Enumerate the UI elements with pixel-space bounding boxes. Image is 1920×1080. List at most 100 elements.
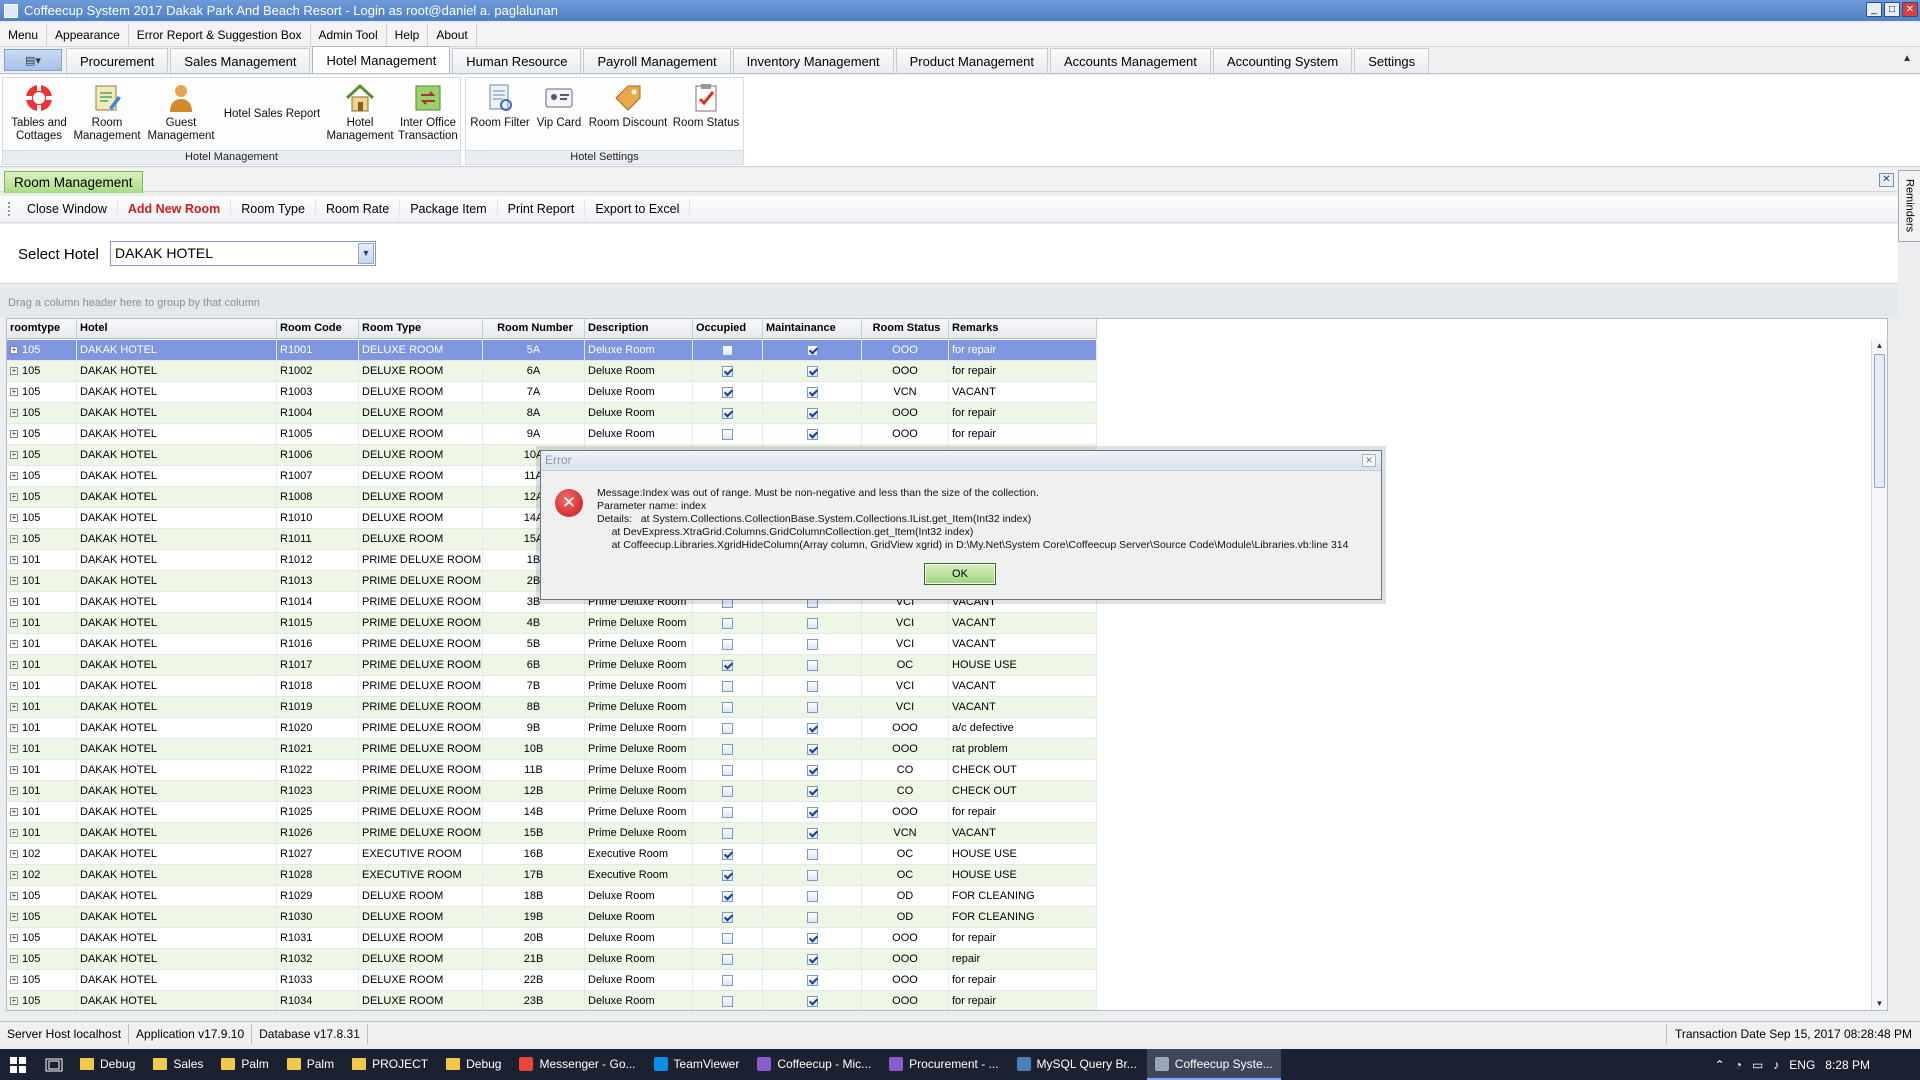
- room-status-button[interactable]: Room Status: [671, 82, 741, 130]
- hotel-combo[interactable]: DAKAK HOTEL ▼: [110, 241, 376, 266]
- expand-row-icon[interactable]: +: [10, 535, 18, 544]
- table-row[interactable]: +101 DAKAK HOTEL R1022 PRIME DELUXE ROOM 11B…: [7, 760, 1097, 781]
- checkbox[interactable]: [722, 344, 733, 356]
- column-header[interactable]: Description: [585, 319, 693, 339]
- package-item-button[interactable]: Package Item: [400, 199, 498, 219]
- language-indicator[interactable]: ENG: [1789, 1058, 1815, 1072]
- checkbox[interactable]: [806, 848, 818, 860]
- scroll-thumb[interactable]: [1874, 354, 1885, 488]
- chevron-up-icon[interactable]: ⌃: [1715, 1058, 1725, 1072]
- room-rate-button[interactable]: Room Rate: [316, 199, 401, 219]
- group-panel[interactable]: Drag a column header here to group by th…: [0, 287, 1898, 317]
- taskbar-item-coffeecup-system[interactable]: Coffeecup Syste...: [1146, 1049, 1281, 1080]
- tab-room-management-window[interactable]: Room Management: [4, 171, 143, 193]
- column-header[interactable]: Maintainance: [763, 319, 862, 339]
- ribbon-collapse-icon[interactable]: ▲: [1902, 53, 1912, 64]
- checkbox[interactable]: [806, 785, 818, 797]
- expand-row-icon[interactable]: +: [10, 808, 18, 817]
- expand-row-icon[interactable]: +: [10, 934, 18, 943]
- tab-product-management[interactable]: Product Management: [895, 48, 1048, 73]
- chevron-down-icon[interactable]: ▼: [358, 243, 374, 264]
- column-header[interactable]: Hotel: [77, 319, 277, 339]
- clock[interactable]: 8:28 PM: [1825, 1058, 1870, 1072]
- taskbar-item-coffeecup-vs[interactable]: Coffeecup - Mic...: [749, 1049, 879, 1080]
- room-type-button[interactable]: Room Type: [231, 199, 316, 219]
- checkbox[interactable]: [722, 617, 733, 629]
- checkbox[interactable]: [806, 344, 818, 356]
- battery-icon[interactable]: ▭: [1752, 1058, 1763, 1072]
- tab-payroll-management[interactable]: Payroll Management: [583, 48, 731, 73]
- minimize-button[interactable]: _: [1866, 2, 1882, 17]
- table-row[interactable]: +105 DAKAK HOTEL R1033 DELUXE ROOM 22B Deluxe…: [7, 970, 1097, 991]
- table-row[interactable]: +101 DAKAK HOTEL R1021 PRIME DELUXE ROOM 10B…: [7, 739, 1097, 760]
- vertical-scrollbar[interactable]: ▲ ▼: [1871, 340, 1887, 1010]
- expand-row-icon[interactable]: +: [10, 619, 18, 628]
- checkbox[interactable]: [722, 995, 733, 1007]
- tab-human-resource[interactable]: Human Resource: [452, 48, 582, 73]
- dialog-close-icon[interactable]: ✕: [1362, 454, 1376, 467]
- scroll-down-icon[interactable]: ▼: [1874, 999, 1885, 1010]
- checkbox[interactable]: [806, 995, 818, 1007]
- expand-row-icon[interactable]: +: [10, 913, 18, 922]
- menu-item-help[interactable]: Help: [387, 23, 429, 46]
- vip-card-button[interactable]: Vip Card: [533, 82, 585, 130]
- expand-row-icon[interactable]: +: [10, 955, 18, 964]
- expand-row-icon[interactable]: +: [10, 703, 18, 712]
- table-row[interactable]: +101 DAKAK HOTEL R1016 PRIME DELUXE ROOM 5B P…: [7, 634, 1097, 655]
- tab-settings[interactable]: Settings: [1354, 48, 1430, 73]
- menu-item-admin-tool[interactable]: Admin Tool: [311, 23, 387, 46]
- close-button[interactable]: ✕: [1902, 2, 1918, 17]
- tab-hotel-management[interactable]: Hotel Management: [312, 46, 451, 73]
- room-discount-button[interactable]: Room Discount: [587, 82, 669, 130]
- expand-row-icon[interactable]: +: [10, 724, 18, 733]
- checkbox[interactable]: [722, 680, 733, 692]
- guest-management-button[interactable]: Guest Management: [145, 82, 217, 143]
- checkbox[interactable]: [722, 827, 733, 839]
- column-header[interactable]: Occupied: [693, 319, 763, 339]
- maximize-button[interactable]: □: [1884, 2, 1900, 17]
- expand-row-icon[interactable]: +: [10, 556, 18, 565]
- column-header[interactable]: Remarks: [949, 319, 1097, 339]
- checkbox[interactable]: [806, 764, 818, 776]
- table-row[interactable]: +105 DAKAK HOTEL R1029 DELUXE ROOM 18B Deluxe…: [7, 886, 1097, 907]
- volume-icon[interactable]: ♪: [1773, 1058, 1779, 1072]
- scroll-up-icon[interactable]: ▲: [1874, 341, 1885, 352]
- table-row[interactable]: +101 DAKAK HOTEL R1023 PRIME DELUXE ROOM 12B…: [7, 781, 1097, 802]
- menu-item-menu[interactable]: Menu: [0, 23, 48, 46]
- checkbox[interactable]: [722, 722, 733, 734]
- expand-row-icon[interactable]: +: [10, 346, 18, 355]
- checkbox[interactable]: [722, 743, 733, 755]
- table-row[interactable]: +101 DAKAK HOTEL R1025 PRIME DELUXE ROOM 14B…: [7, 802, 1097, 823]
- checkbox[interactable]: [722, 407, 733, 419]
- checkbox[interactable]: [722, 365, 733, 377]
- expand-row-icon[interactable]: +: [10, 829, 18, 838]
- room-management-button[interactable]: Room Management: [71, 82, 143, 143]
- expand-row-icon[interactable]: +: [10, 472, 18, 481]
- export-excel-button[interactable]: Export to Excel: [585, 199, 691, 219]
- checkbox[interactable]: [722, 869, 733, 881]
- print-report-button[interactable]: Print Report: [498, 199, 586, 219]
- checkbox[interactable]: [806, 638, 818, 650]
- checkbox[interactable]: [722, 806, 733, 818]
- checkbox[interactable]: [806, 953, 818, 965]
- checkbox[interactable]: [722, 911, 733, 923]
- expand-row-icon[interactable]: +: [10, 871, 18, 880]
- column-header[interactable]: Room Code: [277, 319, 359, 339]
- taskbar-item-mysql[interactable]: MySQL Query Br...: [1009, 1049, 1145, 1080]
- checkbox[interactable]: [806, 743, 818, 755]
- table-row[interactable]: +101 DAKAK HOTEL R1018 PRIME DELUXE ROOM 7B P…: [7, 676, 1097, 697]
- table-row[interactable]: +105 DAKAK HOTEL R1030 DELUXE ROOM 19B Deluxe…: [7, 907, 1097, 928]
- table-row[interactable]: +102 DAKAK HOTEL R1028 EXECUTIVE ROOM 17B Exe…: [7, 865, 1097, 886]
- checkbox[interactable]: [806, 701, 818, 713]
- checkbox[interactable]: [722, 848, 733, 860]
- expand-row-icon[interactable]: +: [10, 640, 18, 649]
- close-window-icon[interactable]: ✕: [1879, 173, 1894, 187]
- checkbox[interactable]: [722, 932, 733, 944]
- checkbox[interactable]: [806, 869, 818, 881]
- checkbox[interactable]: [722, 764, 733, 776]
- checkbox[interactable]: [806, 428, 818, 440]
- expand-row-icon[interactable]: +: [10, 367, 18, 376]
- expand-row-icon[interactable]: +: [10, 892, 18, 901]
- windows-start-icon[interactable]: [0, 1049, 36, 1080]
- expand-row-icon[interactable]: +: [10, 766, 18, 775]
